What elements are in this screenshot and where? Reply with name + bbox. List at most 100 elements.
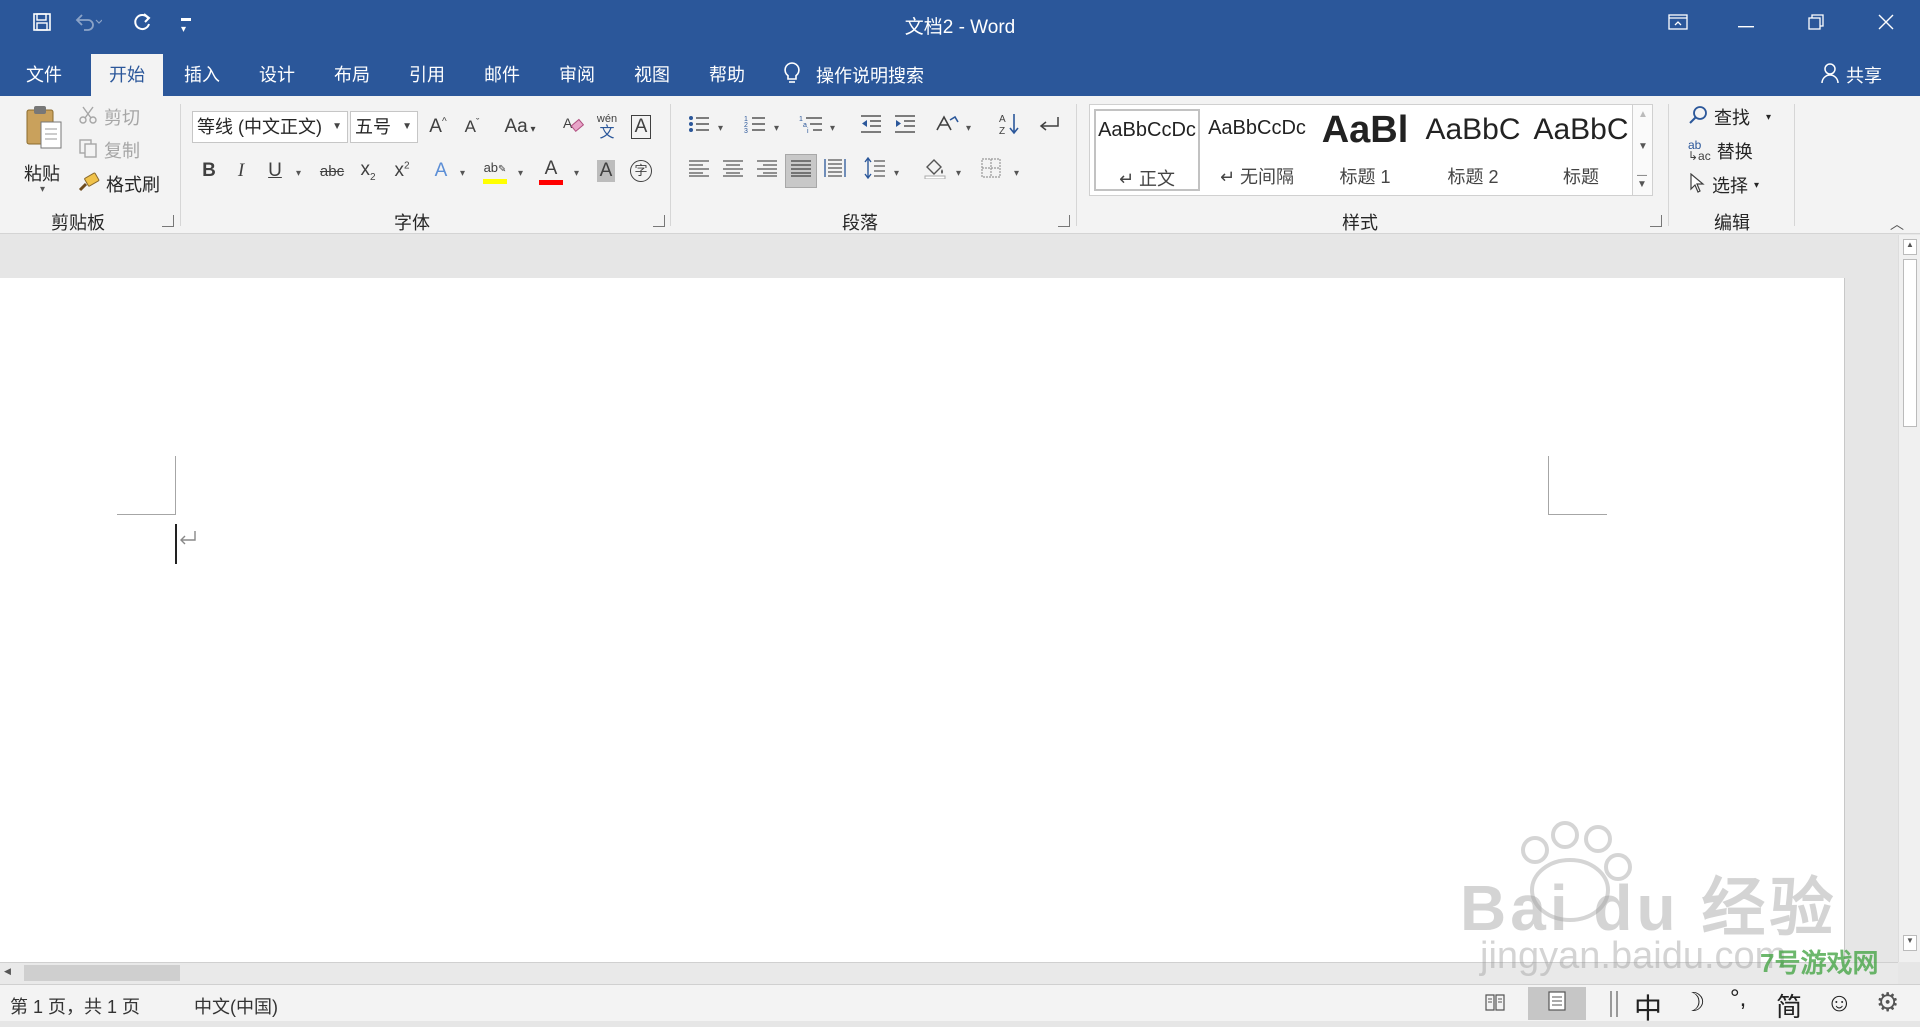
ime-simplified-indicator[interactable]: 简 <box>1776 987 1802 1024</box>
ribbon-display-options-button[interactable] <box>1644 0 1712 48</box>
moon-icon[interactable]: ☽ <box>1682 987 1705 1018</box>
vertical-scroll-thumb[interactable] <box>1903 259 1917 427</box>
horizontal-scrollbar[interactable]: ◀ <box>0 962 1898 984</box>
minimize-button[interactable] <box>1712 0 1780 48</box>
show-hide-marks-button[interactable] <box>1034 111 1064 143</box>
shrink-font-button[interactable]: Aˇ <box>458 111 486 143</box>
style-title[interactable]: AaBbC 标题 <box>1528 109 1634 191</box>
language-indicator[interactable]: 中文(中国) <box>194 993 278 1019</box>
format-painter-button[interactable]: 格式刷 <box>78 171 160 197</box>
borders-button[interactable] <box>976 156 1006 186</box>
align-right-button[interactable] <box>752 156 782 186</box>
styles-launcher-icon[interactable] <box>1650 215 1662 227</box>
chinese-layout-button[interactable] <box>932 111 962 143</box>
underline-dropdown-icon[interactable]: ▾ <box>296 168 301 179</box>
shading-dropdown-icon[interactable]: ▾ <box>956 168 961 179</box>
change-case-button[interactable]: Aa ▾ <box>498 111 542 143</box>
horizontal-scroll-thumb[interactable] <box>24 965 180 981</box>
clipboard-launcher-icon[interactable] <box>162 215 174 227</box>
strikethrough-button[interactable]: abc <box>316 156 348 186</box>
print-layout-button[interactable] <box>1528 987 1586 1020</box>
shading-button[interactable] <box>920 156 950 186</box>
superscript-button[interactable]: x2 <box>388 156 416 186</box>
font-launcher-icon[interactable] <box>653 215 665 227</box>
ime-mode-indicator[interactable]: 中 <box>1634 987 1662 1027</box>
character-border-button[interactable]: A <box>626 111 656 143</box>
font-size-combo[interactable]: 五号 ▼ <box>350 111 418 143</box>
smiley-icon[interactable]: ☺ <box>1826 987 1853 1018</box>
distributed-button[interactable] <box>820 156 850 186</box>
borders-dropdown-icon[interactable]: ▾ <box>1014 168 1019 179</box>
paste-button[interactable]: 粘贴 ▾ <box>18 104 70 196</box>
tab-view[interactable]: 视图 <box>620 54 684 96</box>
cut-button[interactable]: 剪切 <box>78 104 140 130</box>
phonetic-guide-button[interactable]: wén 文 <box>592 109 622 143</box>
read-mode-button[interactable] <box>1484 991 1510 1017</box>
text-effects-dropdown-icon[interactable]: ▾ <box>460 168 465 179</box>
page-count[interactable]: 第 1 页，共 1 页 <box>10 993 140 1019</box>
tab-help[interactable]: 帮助 <box>695 54 759 96</box>
collapse-ribbon-icon[interactable]: ︿ <box>1890 214 1904 234</box>
ime-punctuation-indicator[interactable]: °, <box>1730 985 1746 1013</box>
align-left-button[interactable] <box>684 156 714 186</box>
select-button[interactable]: 选择 ▾ <box>1688 171 1759 199</box>
highlight-button[interactable]: ab✎ <box>480 154 510 188</box>
underline-button[interactable]: U <box>262 156 288 186</box>
scroll-down-icon[interactable]: ▼ <box>1638 141 1648 152</box>
style-heading-2[interactable]: AaBbC 标题 2 <box>1420 109 1526 191</box>
close-button[interactable] <box>1852 0 1920 48</box>
scroll-down-icon[interactable]: ▼ <box>1903 935 1917 951</box>
style-normal[interactable]: AaBbCcDc ↵ 正文 <box>1094 109 1200 191</box>
scroll-up-icon[interactable]: ▲ <box>1638 109 1648 120</box>
font-color-dropdown-icon[interactable]: ▾ <box>574 168 579 179</box>
tab-file[interactable]: 文件 <box>12 54 76 96</box>
replace-button[interactable]: ab ↳ac 替换 <box>1688 137 1753 165</box>
grow-font-button[interactable]: A^ <box>424 111 452 143</box>
font-color-button[interactable]: A <box>536 154 566 188</box>
vertical-scrollbar[interactable]: ▲ ▼ <box>1898 235 1920 962</box>
subscript-button[interactable]: x2 <box>354 156 382 186</box>
restore-button[interactable] <box>1782 0 1850 48</box>
tab-review[interactable]: 审阅 <box>545 54 609 96</box>
increase-indent-button[interactable] <box>890 111 920 143</box>
decrease-indent-button[interactable] <box>856 111 886 143</box>
italic-button[interactable]: I <box>228 156 254 186</box>
enclose-characters-button[interactable]: 字 <box>626 156 656 186</box>
bold-button[interactable]: B <box>196 156 222 186</box>
share-button[interactable]: 共享 <box>1820 54 1882 96</box>
scroll-left-icon[interactable]: ◀ <box>4 966 18 980</box>
style-no-spacing[interactable]: AaBbCcDc ↵ 无间隔 <box>1204 109 1310 191</box>
gear-icon[interactable]: ⚙ <box>1876 987 1899 1018</box>
tab-mailings[interactable]: 邮件 <box>470 54 534 96</box>
character-shading-button[interactable]: A <box>592 156 620 186</box>
tab-design[interactable]: 设计 <box>245 54 309 96</box>
numbering-button[interactable]: 123 <box>740 111 770 143</box>
highlight-dropdown-icon[interactable]: ▾ <box>518 168 523 179</box>
align-center-button[interactable] <box>718 156 748 186</box>
line-spacing-button[interactable] <box>860 156 890 186</box>
tab-layout[interactable]: 布局 <box>320 54 384 96</box>
line-spacing-dropdown-icon[interactable]: ▾ <box>894 168 899 179</box>
numbering-dropdown-icon[interactable]: ▾ <box>774 123 779 134</box>
bullets-dropdown-icon[interactable]: ▾ <box>718 123 723 134</box>
clear-formatting-button[interactable]: A <box>558 111 588 143</box>
multilevel-dropdown-icon[interactable]: ▾ <box>830 123 835 134</box>
more-styles-icon[interactable]: — ▼ <box>1637 171 1647 190</box>
tell-me-search[interactable]: 操作说明搜索 <box>782 54 924 96</box>
tab-references[interactable]: 引用 <box>395 54 459 96</box>
sort-button[interactable]: AZ <box>994 111 1024 143</box>
justify-button[interactable] <box>785 154 817 188</box>
copy-button[interactable]: 复制 <box>78 137 140 163</box>
style-heading-1[interactable]: AaBl 标题 1 <box>1312 109 1418 191</box>
find-button[interactable]: 查找 ▾ <box>1688 103 1771 131</box>
document-page[interactable] <box>0 278 1845 962</box>
tab-insert[interactable]: 插入 <box>170 54 234 96</box>
tab-home[interactable]: 开始 <box>91 54 163 96</box>
scroll-up-icon[interactable]: ▲ <box>1903 239 1917 255</box>
chinese-layout-dropdown-icon[interactable]: ▾ <box>966 123 971 134</box>
multilevel-list-button[interactable]: 1ai <box>796 111 826 143</box>
paragraph-launcher-icon[interactable] <box>1058 215 1070 227</box>
text-effects-button[interactable]: A <box>428 156 454 186</box>
font-name-combo[interactable]: 等线 (中文正文) ▼ <box>192 111 348 143</box>
bullets-button[interactable] <box>684 111 714 143</box>
